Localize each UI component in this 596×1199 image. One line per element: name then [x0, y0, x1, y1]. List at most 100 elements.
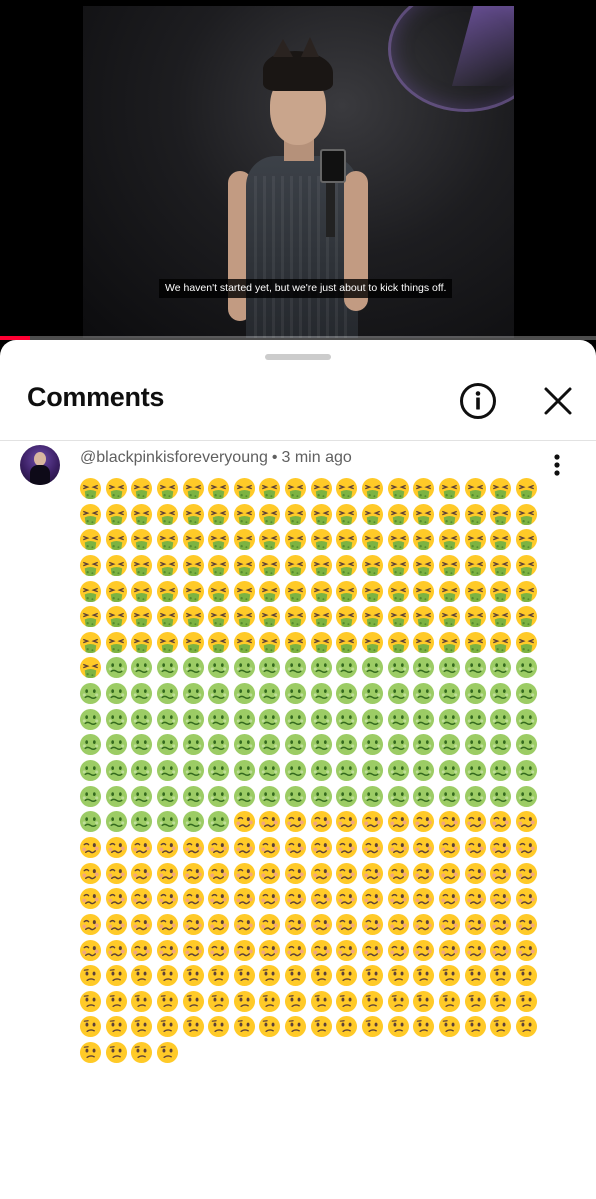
confused-face-emoji [283, 963, 309, 989]
nauseated-face-emoji [437, 681, 463, 707]
confused-face-emoji [104, 989, 130, 1015]
nauseated-face-emoji [488, 681, 514, 707]
face-vomiting-emoji [104, 630, 130, 656]
face-vomiting-emoji [488, 527, 514, 553]
nauseated-face-emoji [206, 655, 232, 681]
face-vomiting-emoji [283, 527, 309, 553]
face-vomiting-emoji [463, 502, 489, 528]
woozy-face-emoji [360, 886, 386, 912]
nauseated-face-emoji [309, 784, 335, 810]
face-vomiting-emoji [283, 604, 309, 630]
confused-face-emoji [386, 1014, 412, 1040]
confused-face-emoji [155, 989, 181, 1015]
emoji-row [78, 502, 548, 528]
face-vomiting-emoji [232, 604, 258, 630]
face-vomiting-emoji [437, 604, 463, 630]
comment-more-button[interactable] [546, 453, 568, 479]
face-vomiting-emoji [488, 579, 514, 605]
nauseated-face-emoji [129, 655, 155, 681]
face-vomiting-emoji [386, 579, 412, 605]
nauseated-face-emoji [386, 655, 412, 681]
nauseated-face-emoji [181, 681, 207, 707]
woozy-face-emoji [386, 809, 412, 835]
confused-face-emoji [232, 1014, 258, 1040]
nauseated-face-emoji [78, 809, 104, 835]
woozy-face-emoji [257, 861, 283, 887]
woozy-face-emoji [78, 835, 104, 861]
nauseated-face-emoji [206, 732, 232, 758]
nauseated-face-emoji [155, 655, 181, 681]
confused-face-emoji [129, 1040, 155, 1066]
confused-face-emoji [206, 1014, 232, 1040]
face-vomiting-emoji [155, 630, 181, 656]
info-button[interactable] [458, 381, 498, 421]
nauseated-face-emoji [360, 707, 386, 733]
woozy-face-emoji [104, 938, 130, 964]
comment-time: 3 min ago [281, 449, 352, 466]
face-vomiting-emoji [309, 630, 335, 656]
nauseated-face-emoji [257, 707, 283, 733]
nauseated-face-emoji [488, 707, 514, 733]
face-vomiting-emoji [360, 502, 386, 528]
confused-face-emoji [104, 1014, 130, 1040]
nauseated-face-emoji [283, 732, 309, 758]
emoji-row [78, 963, 548, 989]
face-vomiting-emoji [78, 476, 104, 502]
close-button[interactable] [538, 381, 578, 421]
woozy-face-emoji [463, 886, 489, 912]
woozy-face-emoji [386, 886, 412, 912]
woozy-face-emoji [488, 809, 514, 835]
nauseated-face-emoji [360, 758, 386, 784]
woozy-face-emoji [181, 835, 207, 861]
emoji-row [78, 579, 548, 605]
face-vomiting-emoji [78, 553, 104, 579]
video-player[interactable]: We haven't started yet, but we're just a… [0, 0, 596, 345]
face-vomiting-emoji [155, 604, 181, 630]
face-vomiting-emoji [232, 527, 258, 553]
face-vomiting-emoji [437, 630, 463, 656]
emoji-row [78, 784, 548, 810]
woozy-face-emoji [360, 835, 386, 861]
woozy-face-emoji [155, 861, 181, 887]
face-vomiting-emoji [129, 553, 155, 579]
nauseated-face-emoji [232, 681, 258, 707]
woozy-face-emoji [411, 809, 437, 835]
woozy-face-emoji [181, 861, 207, 887]
woozy-face-emoji [411, 861, 437, 887]
woozy-face-emoji [309, 938, 335, 964]
nauseated-face-emoji [283, 758, 309, 784]
avatar[interactable] [20, 445, 60, 485]
face-vomiting-emoji [181, 502, 207, 528]
confused-face-emoji [283, 989, 309, 1015]
confused-face-emoji [360, 989, 386, 1015]
nauseated-face-emoji [129, 732, 155, 758]
face-vomiting-emoji [283, 579, 309, 605]
face-vomiting-emoji [206, 604, 232, 630]
woozy-face-emoji [514, 886, 540, 912]
emoji-row [78, 1040, 548, 1066]
face-vomiting-emoji [155, 476, 181, 502]
face-vomiting-emoji [514, 630, 540, 656]
confused-face-emoji [78, 1040, 104, 1066]
nauseated-face-emoji [257, 758, 283, 784]
face-vomiting-emoji [104, 553, 130, 579]
face-vomiting-emoji [488, 553, 514, 579]
face-vomiting-emoji [360, 527, 386, 553]
woozy-face-emoji [411, 886, 437, 912]
sheet-drag-handle[interactable] [265, 354, 331, 360]
comment-author[interactable]: @blackpinkisforeveryoung [80, 449, 268, 466]
face-vomiting-emoji [360, 553, 386, 579]
woozy-face-emoji [334, 938, 360, 964]
woozy-face-emoji [437, 886, 463, 912]
face-vomiting-emoji [181, 527, 207, 553]
emoji-row [78, 989, 548, 1015]
face-vomiting-emoji [283, 502, 309, 528]
nauseated-face-emoji [309, 732, 335, 758]
confused-face-emoji [411, 989, 437, 1015]
nauseated-face-emoji [334, 655, 360, 681]
face-vomiting-emoji [78, 527, 104, 553]
nauseated-face-emoji [206, 681, 232, 707]
confused-face-emoji [514, 989, 540, 1015]
emoji-row [78, 707, 548, 733]
woozy-face-emoji [463, 809, 489, 835]
